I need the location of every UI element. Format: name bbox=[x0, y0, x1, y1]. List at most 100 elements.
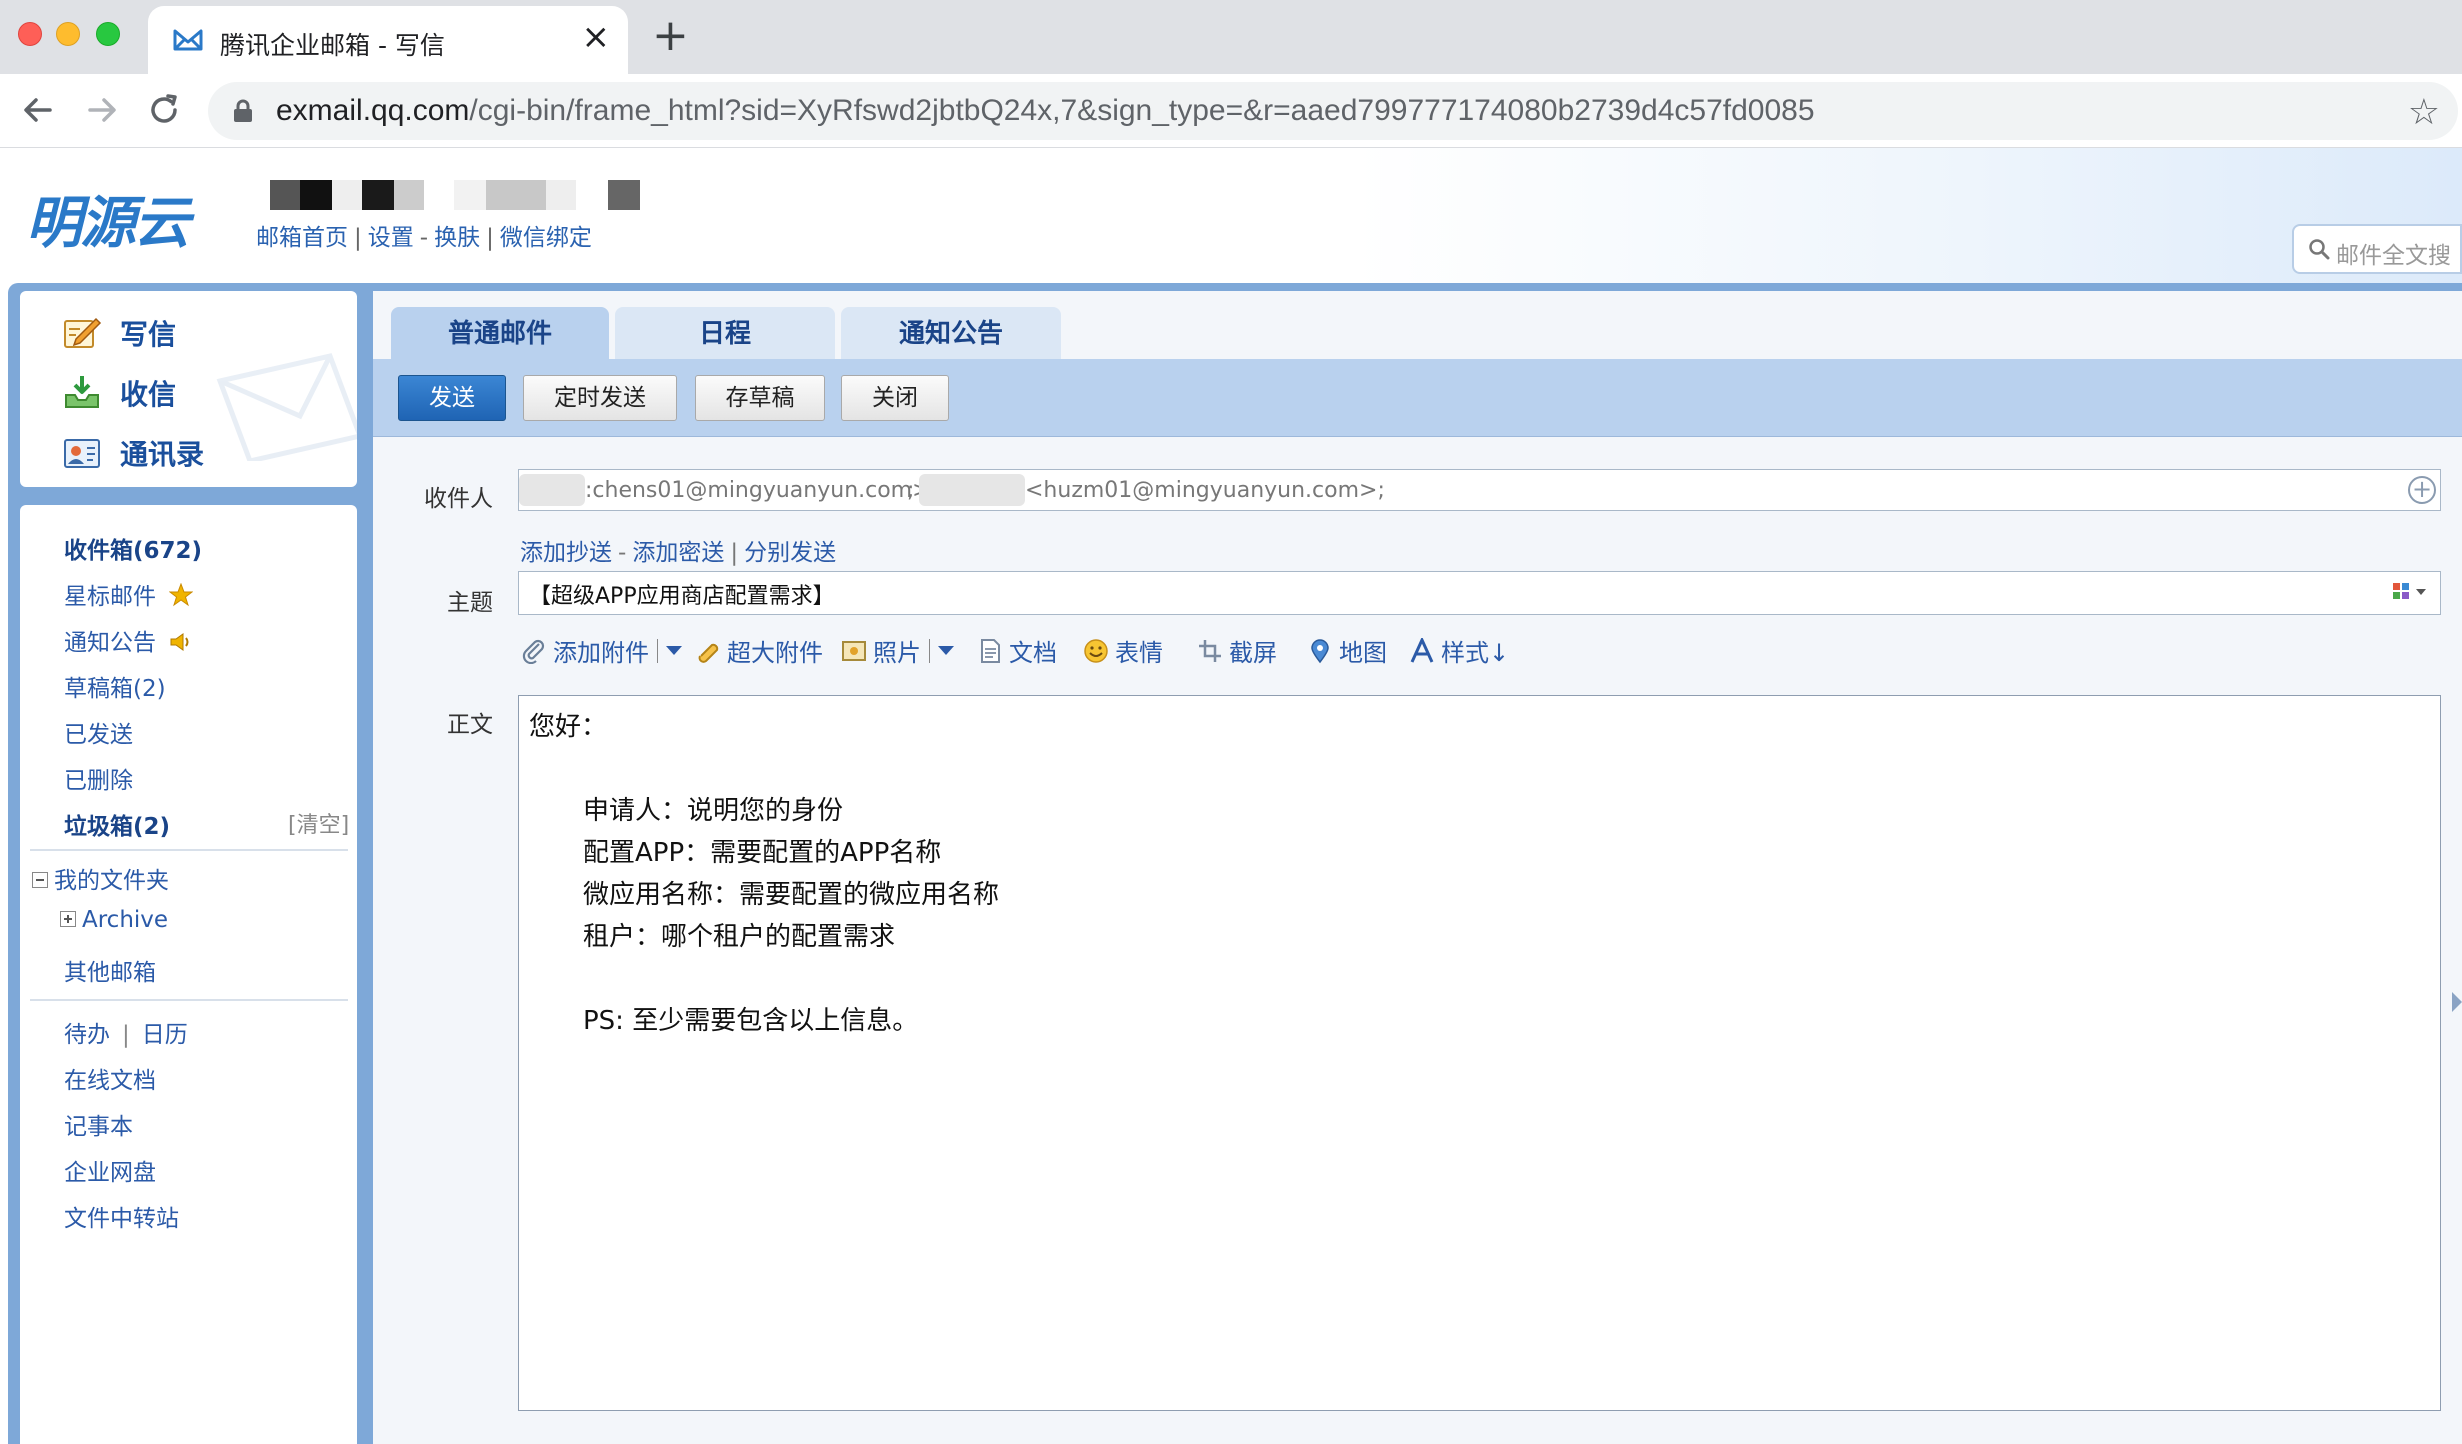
subject-input[interactable]: 【超级APP应用商店配置需求】 bbox=[518, 571, 2441, 615]
browser-tab-strip: 腾讯企业邮箱 - 写信 × + bbox=[0, 0, 2462, 74]
photo-button[interactable]: 照片 bbox=[841, 633, 954, 668]
add-bcc-link[interactable]: 添加密送 bbox=[632, 540, 724, 566]
compose-action-bar: 发送 定时发送 存草稿 关闭 bbox=[373, 359, 2462, 437]
document-icon bbox=[981, 638, 1000, 663]
forward-arrow-icon[interactable] bbox=[82, 90, 122, 130]
body-line-tenant: 租户：哪个租户的配置需求 bbox=[583, 922, 896, 952]
expand-icon[interactable] bbox=[60, 910, 76, 927]
receive-mail-button[interactable]: 收信 bbox=[62, 373, 176, 413]
netdisk-link[interactable]: 企业网盘 bbox=[64, 1153, 156, 1187]
dropdown-caret-icon[interactable] bbox=[666, 646, 682, 655]
fulltext-search-input[interactable]: 邮件全文搜 bbox=[2292, 224, 2462, 274]
folder-inbox[interactable]: 收件箱(672) bbox=[64, 531, 202, 565]
folder-notices[interactable]: 通知公告 bbox=[64, 623, 193, 657]
dropdown-caret-icon[interactable] bbox=[938, 646, 954, 655]
browser-tab[interactable]: 腾讯企业邮箱 - 写信 × bbox=[148, 6, 628, 74]
add-cc-link[interactable]: 添加抄送 bbox=[520, 540, 612, 566]
wechat-bind-link[interactable]: 微信绑定 bbox=[500, 225, 592, 251]
photo-icon bbox=[842, 640, 866, 661]
screenshot-icon bbox=[1199, 639, 1221, 662]
compose-button[interactable]: 写信 bbox=[62, 313, 176, 353]
body-line-microapp: 微应用名称：需要配置的微应用名称 bbox=[583, 880, 1000, 910]
window-close-button[interactable] bbox=[18, 22, 42, 46]
tab-schedule[interactable]: 日程 bbox=[615, 307, 835, 361]
attach-button[interactable]: 添加附件 bbox=[521, 633, 682, 668]
back-arrow-icon[interactable] bbox=[18, 90, 58, 130]
clear-spam-link[interactable]: [清空] bbox=[288, 807, 349, 839]
notes-link[interactable]: 记事本 bbox=[64, 1107, 133, 1141]
folder-deleted[interactable]: 已删除 bbox=[64, 761, 133, 795]
window-minimize-button[interactable] bbox=[56, 22, 80, 46]
receive-label: 收信 bbox=[120, 378, 177, 411]
subject-text: 【超级APP应用商店配置需求】 bbox=[529, 584, 835, 609]
send-button[interactable]: 发送 bbox=[398, 375, 506, 421]
divider bbox=[657, 638, 658, 663]
compose-panel: 普通邮件 日程 通知公告 发送 定时发送 存草稿 关闭 收件人 :chens01… bbox=[373, 291, 2462, 1444]
bookmark-star-icon[interactable]: ☆ bbox=[2408, 92, 2440, 133]
panel-expand-icon[interactable] bbox=[2452, 992, 2462, 1012]
save-draft-button[interactable]: 存草稿 bbox=[695, 375, 825, 421]
body-editor[interactable]: 您好： 申请人：说明您的身份 配置APP：需要配置的APP名称 微应用名称：需要… bbox=[518, 695, 2441, 1411]
recipient-input[interactable]: :chens01@mingyuanyun.com> ; <huzm01@ming… bbox=[518, 469, 2441, 511]
url-host: exmail.qq.com bbox=[276, 94, 470, 127]
divider: | bbox=[354, 225, 362, 251]
tab-close-icon[interactable]: × bbox=[582, 20, 611, 54]
new-tab-icon[interactable]: + bbox=[652, 14, 689, 58]
speaker-icon bbox=[170, 633, 189, 651]
url-path: /cgi-bin/frame_html?sid=XyRfswd2jbtbQ24x… bbox=[469, 94, 1815, 127]
subject-style-icon[interactable] bbox=[2392, 581, 2430, 603]
window-zoom-button[interactable] bbox=[96, 22, 120, 46]
attach-label: 添加附件 bbox=[553, 639, 649, 667]
calendar-link[interactable]: 日历 bbox=[142, 1022, 188, 1048]
document-label: 文档 bbox=[1009, 639, 1057, 667]
compose-icon bbox=[64, 317, 102, 348]
collapse-icon[interactable] bbox=[32, 871, 48, 888]
smiley-icon bbox=[1084, 638, 1108, 663]
folder-sent[interactable]: 已发送 bbox=[64, 715, 133, 749]
photo-label: 照片 bbox=[873, 639, 921, 667]
recipient-email-2: <huzm01@mingyuanyun.com>; bbox=[1025, 478, 1385, 503]
screenshot-button[interactable]: 截屏 bbox=[1197, 633, 1277, 668]
body-greeting: 您好： bbox=[529, 712, 608, 742]
style-button[interactable]: 样式↓ bbox=[1409, 633, 1509, 668]
other-mailbox-link[interactable]: 其他邮箱 bbox=[64, 953, 156, 987]
body-line-applicant: 申请人：说明您的身份 bbox=[583, 796, 844, 826]
reload-icon[interactable] bbox=[144, 90, 184, 130]
large-attach-label: 超大附件 bbox=[727, 639, 823, 667]
change-skin-link[interactable]: 换肤 bbox=[434, 225, 480, 251]
tab-normal-mail[interactable]: 普通邮件 bbox=[391, 307, 609, 361]
star-icon bbox=[168, 582, 194, 607]
map-label: 地图 bbox=[1339, 639, 1387, 667]
map-pin-icon bbox=[1311, 638, 1329, 663]
todo-link[interactable]: 待办 bbox=[64, 1022, 110, 1048]
document-button[interactable]: 文档 bbox=[977, 633, 1057, 668]
recipient-email-1: :chens01@mingyuanyun.com> bbox=[585, 478, 931, 503]
company-logo: 明源云 bbox=[26, 191, 190, 256]
emoji-label: 表情 bbox=[1115, 639, 1163, 667]
emoji-button[interactable]: 表情 bbox=[1083, 633, 1163, 668]
todo-calendar-links: 待办 | 日历 bbox=[64, 1015, 188, 1049]
file-transfer-link[interactable]: 文件中转站 bbox=[64, 1199, 179, 1233]
folder-archive[interactable]: Archive bbox=[60, 907, 168, 933]
settings-link[interactable]: 设置 bbox=[368, 225, 414, 251]
large-attach-button[interactable]: 超大附件 bbox=[695, 633, 823, 668]
close-button[interactable]: 关闭 bbox=[841, 375, 949, 421]
separate-send-link[interactable]: 分别发送 bbox=[744, 540, 836, 566]
tab-title: 腾讯企业邮箱 - 写信 bbox=[220, 31, 445, 60]
folder-spam[interactable]: 垃圾箱(2) bbox=[64, 807, 170, 841]
schedule-send-button[interactable]: 定时发送 bbox=[523, 375, 677, 421]
mail-home-link[interactable]: 邮箱首页 bbox=[256, 225, 348, 251]
contacts-label: 通讯录 bbox=[120, 438, 205, 471]
folder-starred[interactable]: 星标邮件 bbox=[64, 577, 194, 611]
address-bar[interactable]: exmail.qq.com/cgi-bin/frame_html?sid=XyR… bbox=[208, 82, 2458, 140]
tab-notice[interactable]: 通知公告 bbox=[841, 307, 1061, 361]
my-folders-toggle[interactable]: 我的文件夹 bbox=[32, 861, 169, 895]
add-recipient-icon[interactable]: + bbox=[2408, 476, 2436, 504]
contacts-button[interactable]: 通讯录 bbox=[62, 433, 204, 473]
folder-drafts[interactable]: 草稿箱(2) bbox=[64, 669, 166, 703]
starred-label: 星标邮件 bbox=[64, 584, 156, 610]
map-button[interactable]: 地图 bbox=[1307, 633, 1387, 668]
online-docs-link[interactable]: 在线文档 bbox=[64, 1061, 156, 1095]
archive-label: Archive bbox=[82, 907, 169, 933]
screenshot-label: 截屏 bbox=[1229, 639, 1277, 667]
